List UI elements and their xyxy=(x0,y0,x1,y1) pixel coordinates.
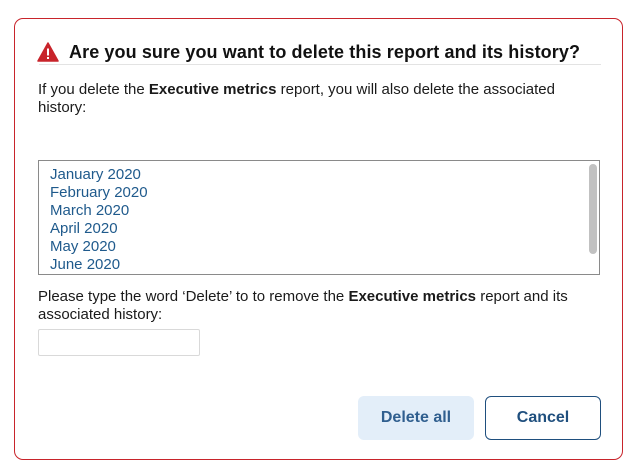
history-items: January 2020 February 2020 March 2020 April… xyxy=(39,161,599,274)
dialog-header: Are you sure you want to delete this rep… xyxy=(37,41,600,63)
scrollbar-thumb[interactable] xyxy=(589,164,597,254)
history-list-item[interactable]: April 2020 xyxy=(50,220,599,238)
delete-report-dialog: Are you sure you want to delete this rep… xyxy=(14,18,623,460)
intro-prefix: If you delete the xyxy=(38,81,149,98)
history-list-item[interactable]: May 2020 xyxy=(50,238,599,256)
history-list-item[interactable]: March 2020 xyxy=(50,202,599,220)
warning-triangle-icon xyxy=(37,42,59,62)
prompt-prefix: Please type the word ‘Delete’ to to remo… xyxy=(38,288,349,305)
prompt-report-name: Executive metrics xyxy=(348,288,477,305)
history-list-item[interactable]: February 2020 xyxy=(50,184,599,202)
dialog-title: Are you sure you want to delete this rep… xyxy=(69,41,581,62)
history-list-item[interactable]: June 2020 xyxy=(50,256,599,274)
cancel-button[interactable]: Cancel xyxy=(485,396,601,440)
intro-text: If you delete the Executive metrics repo… xyxy=(38,81,598,117)
report-name: Executive metrics xyxy=(148,81,277,98)
header-divider xyxy=(39,64,601,65)
history-scrollbar[interactable] xyxy=(589,163,597,272)
delete-confirm-input[interactable] xyxy=(38,329,200,356)
delete-all-button[interactable]: Delete all xyxy=(358,396,474,440)
history-list-item[interactable]: January 2020 xyxy=(50,166,599,184)
history-list[interactable]: January 2020 February 2020 March 2020 April… xyxy=(38,160,600,275)
confirm-prompt: Please type the word ‘Delete’ to to remo… xyxy=(38,288,598,324)
